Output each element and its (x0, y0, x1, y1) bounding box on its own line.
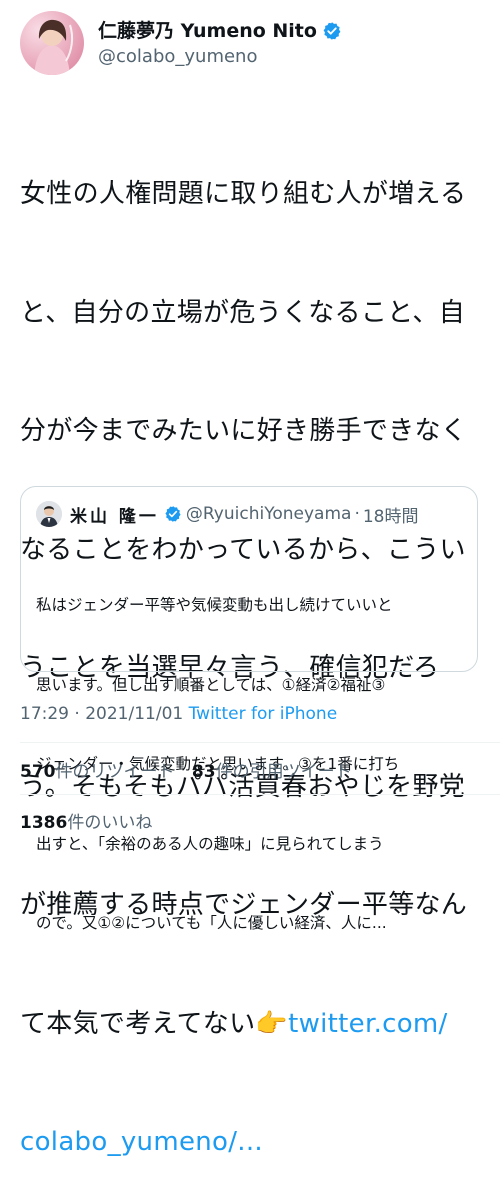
author-avatar[interactable] (20, 11, 84, 75)
author-name-row: 仁藤夢乃 Yumeno Nito (98, 19, 342, 43)
quoted-author-name: 米山 隆一 (70, 506, 159, 527)
engagement-stats-row: 570件のリツイート 83件の引用ツイート (20, 757, 352, 782)
quoted-timestamp: 18時間 (362, 506, 419, 527)
retweets-stat[interactable]: 570件のリツイート (20, 762, 175, 782)
tweet-link[interactable]: twitter.com/ (288, 1009, 448, 1039)
tweet-line: 女性の人権問題に取り組む人が増える (20, 179, 467, 209)
avatar-portrait-icon (34, 19, 74, 75)
tweet-line: と、自分の立場が危うくなること、自 (20, 297, 466, 328)
quotes-label: 件の引用ツイート (215, 762, 352, 782)
quoted-separator: · (354, 504, 360, 524)
verified-badge-icon (323, 22, 341, 40)
quoted-tweet-header: 米山 隆一 @RyuichiYoneyama · 18時間 (36, 501, 418, 527)
divider (20, 742, 500, 743)
tweet-meta: 17:29 · 2021/11/01 Twitter for iPhone (20, 704, 337, 724)
quoted-line: ので。又①②についても「人に優しい経済、人に... (36, 914, 387, 932)
quoted-line: 思います。但し出す順番としては、①経済②福祉③ (36, 675, 386, 694)
tweet-line: て本気で考えてない👉twitter.com/ (20, 1005, 480, 1045)
pointing-hand-icon: 👉 (255, 1008, 289, 1039)
quotes-count: 83 (191, 762, 216, 782)
likes-stat[interactable]: 1386件のいいね (20, 813, 152, 833)
divider (20, 794, 500, 795)
quoted-line: 私はジェンダー平等や気候変動も出し続けていいと (36, 596, 393, 614)
author-names: 仁藤夢乃 Yumeno Nito @colabo_yumeno (98, 19, 342, 67)
quoted-author-avatar (36, 501, 62, 527)
quoted-tweet-card[interactable]: 米山 隆一 @RyuichiYoneyama · 18時間 私はジェンダー平等や… (20, 486, 478, 932)
tweet-line: 分が今までみたいに好き勝手できなく (20, 416, 468, 446)
tweet-header: 仁藤夢乃 Yumeno Nito @colabo_yumeno (20, 8, 342, 78)
likes-count: 1386 (20, 813, 68, 833)
quoted-verified-badge-icon (165, 506, 181, 522)
quoted-author-handle: @RyuichiYoneyama (185, 504, 352, 524)
quoted-avatar-portrait-icon (36, 501, 62, 527)
quotes-stat[interactable]: 83件の引用ツイート (192, 762, 352, 782)
tweet-time: 17:29 (20, 704, 69, 724)
tweet-source-link[interactable]: Twitter for iPhone (189, 704, 338, 724)
tweet-link-continued[interactable]: colabo_yumeno/... (20, 1123, 480, 1163)
tweet-date: 2021/11/01 (85, 704, 184, 724)
author-display-name[interactable]: 仁藤夢乃 Yumeno Nito (98, 19, 317, 43)
likes-stats-row: 1386件のいいね (20, 808, 152, 833)
retweets-count: 570 (20, 762, 56, 782)
quoted-line: 出すと、「余裕のある人の趣味」に見られてしまう (36, 834, 384, 853)
likes-label: 件のいいね (67, 813, 153, 833)
tweet-line-text: て本気で考えてない (20, 1008, 256, 1039)
retweets-label: 件のリツイート (55, 762, 175, 782)
meta-separator: · (74, 704, 80, 724)
author-handle[interactable]: @colabo_yumeno (98, 46, 342, 67)
